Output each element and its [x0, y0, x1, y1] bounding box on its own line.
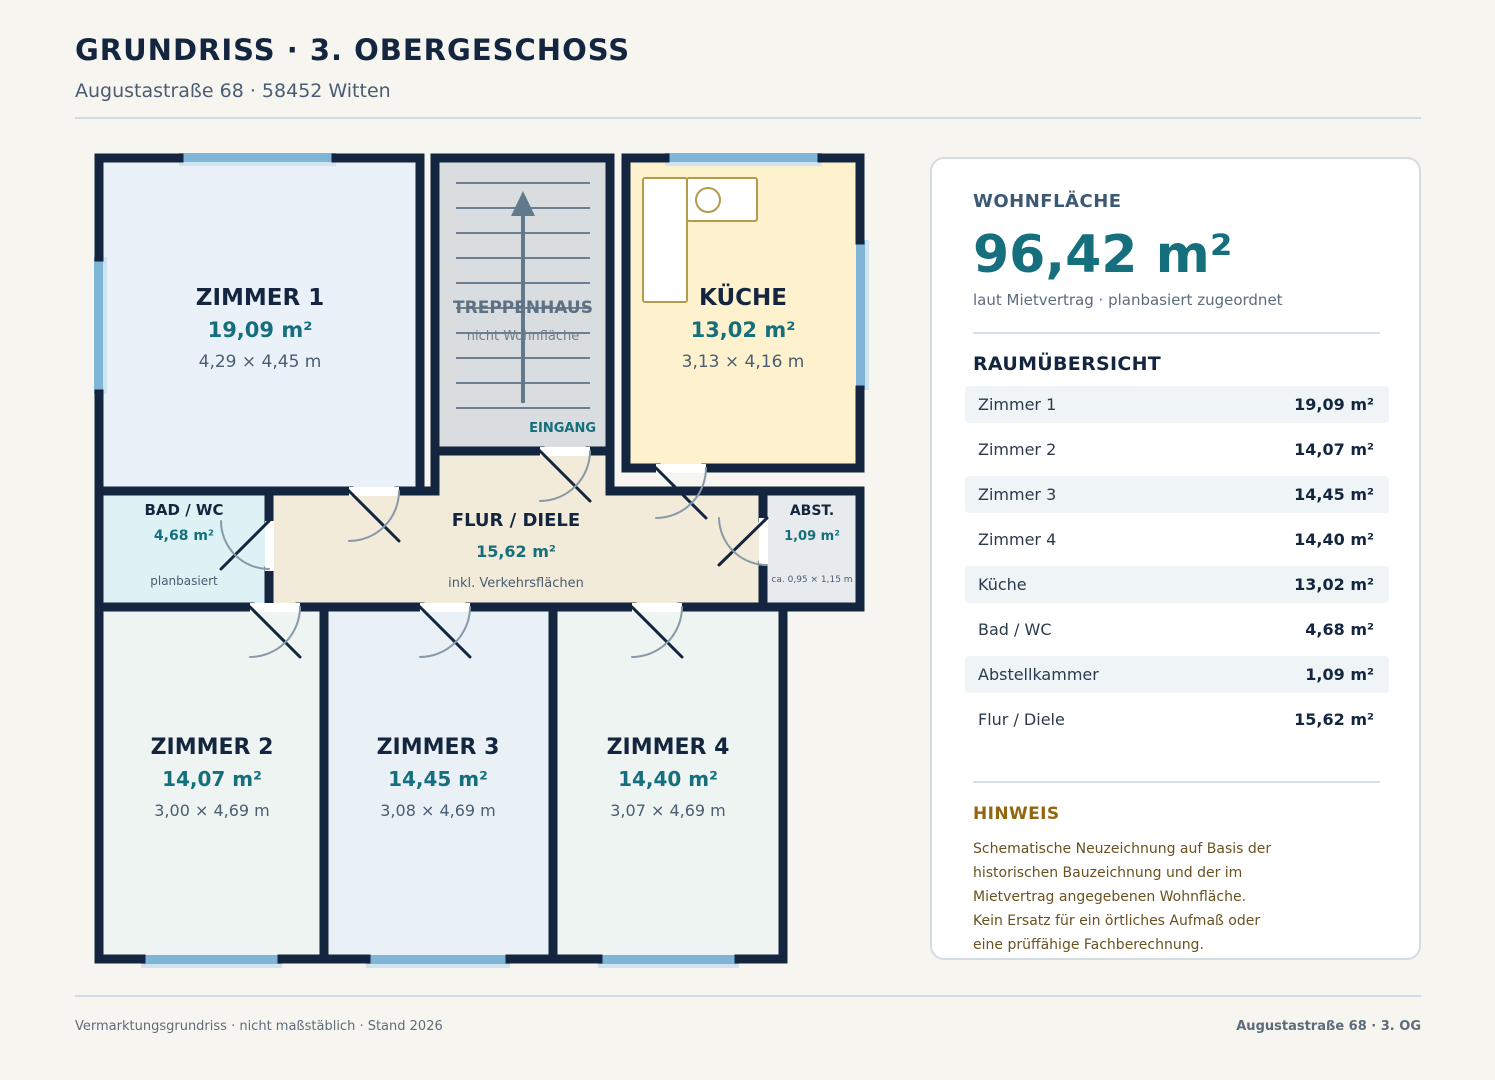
area-summary-panel: WOHNFLÄCHE 96,42 m² laut Mietvertrag · p…: [930, 157, 1421, 960]
room-dims-zimmer3: 3,08 × 4,69 m: [380, 801, 496, 820]
room-list-name: Zimmer 1: [978, 395, 1057, 414]
list-item: Zimmer 4 14,40 m²: [965, 521, 1389, 558]
hint-line: Mietvertrag angegebenen Wohnfläche.: [973, 889, 1247, 905]
room-name-treppenhaus: TREPPENHAUS: [453, 298, 593, 318]
window: [366, 964, 510, 968]
hint-line: eine prüffähige Fachberechnung.: [973, 937, 1204, 953]
room-list-name: Küche: [978, 575, 1027, 594]
room-overview-title: RAUMÜBERSICHT: [973, 353, 1162, 375]
hint-line: historischen Bauzeichnung und der im: [973, 865, 1243, 881]
living-area-label: WOHNFLÄCHE: [973, 191, 1122, 212]
room-list-area: 14,07 m²: [1294, 440, 1374, 459]
room-note-treppenhaus: nicht Wohnfläche: [467, 329, 580, 344]
room-list-area: 15,62 m²: [1294, 710, 1374, 729]
hint-title: HINWEIS: [973, 804, 1060, 824]
entrance-label: EINGANG: [529, 421, 596, 436]
list-item: Flur / Diele 15,62 m²: [965, 701, 1389, 738]
room-list-name: Flur / Diele: [978, 710, 1065, 729]
room-overview-list: Zimmer 1 19,09 m² Zimmer 2 14,07 m² Zimmer…: [965, 386, 1389, 746]
floor-plan: ZIMMER 1 19,09 m² 4,29 × 4,45 m TREPPENH…: [94, 153, 869, 968]
hint-line: Schematische Neuzeichnung auf Basis der: [973, 841, 1272, 857]
list-item: Bad / WC 4,68 m²: [965, 611, 1389, 648]
room-dims-kueche: 3,13 × 4,16 m: [682, 352, 805, 372]
footer-divider: [75, 995, 1421, 997]
footer-note: Vermarktungsgrundriss · nicht maßstäblic…: [75, 1019, 443, 1034]
room-list-area: 13,02 m²: [1294, 575, 1374, 594]
list-item: Zimmer 3 14,45 m²: [965, 476, 1389, 513]
window: [856, 240, 865, 390]
room-list-name: Zimmer 2: [978, 440, 1057, 459]
room-list-name: Zimmer 3: [978, 485, 1057, 504]
room-name-zimmer3: ZIMMER 3: [377, 735, 500, 760]
panel-divider: [973, 781, 1380, 783]
panel-divider: [973, 332, 1380, 334]
window: [179, 162, 336, 166]
room-area-bad: 4,68 m²: [154, 528, 214, 544]
room-name-flur: FLUR / DIELE: [452, 510, 580, 531]
list-item: Abstellkammer 1,09 m²: [965, 656, 1389, 693]
room-dims-zimmer1: 4,29 × 4,45 m: [199, 352, 322, 372]
room-note-bad: planbasiert: [150, 574, 218, 588]
room-name-kueche: KÜCHE: [699, 283, 787, 311]
window: [366, 955, 510, 964]
footer-address: Augustastraße 68 · 3. OG: [1236, 1019, 1421, 1034]
room-area-flur: 15,62 m²: [476, 542, 556, 561]
living-area-note: laut Mietvertrag · planbasiert zugeordne…: [973, 291, 1283, 309]
hint-text: Schematische Neuzeichnung auf Basis der …: [973, 837, 1393, 957]
room-list-area: 19,09 m²: [1294, 395, 1374, 414]
hint-line: Kein Ersatz für ein örtliches Aufmaß ode…: [973, 913, 1261, 929]
window: [598, 955, 739, 964]
living-area-total: 96,42 m²: [973, 225, 1233, 285]
room-area-kueche: 13,02 m²: [691, 318, 796, 342]
room-list-area: 14,40 m²: [1294, 530, 1374, 549]
window: [141, 955, 282, 964]
room-note-abst: ca. 0,95 × 1,15 m: [771, 575, 852, 585]
window: [94, 257, 103, 394]
room-area-zimmer4: 14,40 m²: [618, 767, 718, 791]
room-list-area: 1,09 m²: [1305, 665, 1374, 684]
room-name-zimmer2: ZIMMER 2: [151, 735, 274, 760]
room-list-area: 14,45 m²: [1294, 485, 1374, 504]
room-note-flur: inkl. Verkehrsflächen: [448, 576, 584, 591]
list-item: Küche 13,02 m²: [965, 566, 1389, 603]
window: [141, 964, 282, 968]
room-area-abst: 1,09 m²: [784, 529, 840, 544]
room-area-zimmer2: 14,07 m²: [162, 767, 262, 791]
room-fill-flur-top: [435, 451, 610, 493]
room-list-name: Abstellkammer: [978, 665, 1099, 684]
window: [665, 153, 822, 162]
window: [179, 153, 336, 162]
list-item: Zimmer 2 14,07 m²: [965, 431, 1389, 468]
room-name-zimmer1: ZIMMER 1: [196, 285, 324, 311]
window: [598, 964, 739, 968]
room-area-zimmer1: 19,09 m²: [208, 318, 313, 342]
room-dims-zimmer2: 3,00 × 4,69 m: [154, 801, 270, 820]
window: [103, 257, 107, 394]
room-list-area: 4,68 m²: [1305, 620, 1374, 639]
room-list-name: Bad / WC: [978, 620, 1052, 639]
room-name-zimmer4: ZIMMER 4: [607, 735, 730, 760]
room-dims-zimmer4: 3,07 × 4,69 m: [610, 801, 726, 820]
room-name-bad: BAD / WC: [145, 501, 224, 519]
room-area-zimmer3: 14,45 m²: [388, 767, 488, 791]
window: [665, 162, 822, 166]
window: [865, 240, 869, 390]
list-item: Zimmer 1 19,09 m²: [965, 386, 1389, 423]
room-name-abst: ABST.: [790, 503, 834, 519]
room-list-name: Zimmer 4: [978, 530, 1057, 549]
